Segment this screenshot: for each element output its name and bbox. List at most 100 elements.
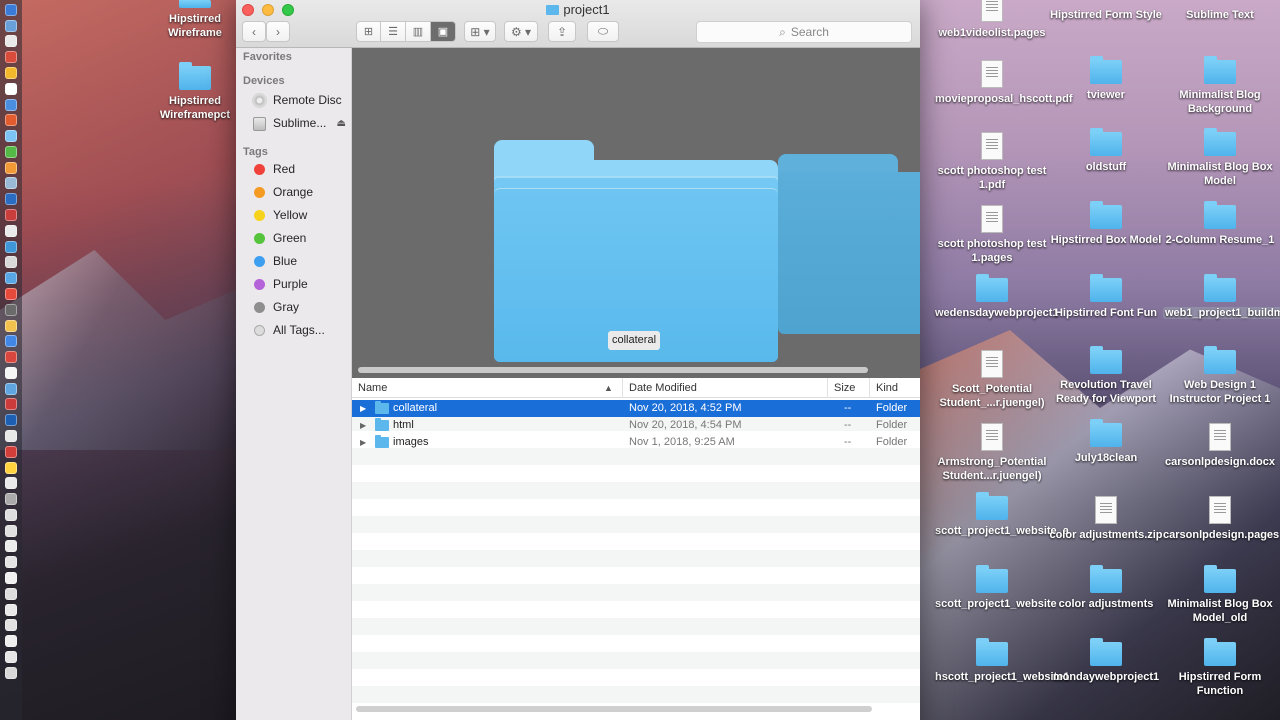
dock-app-icon[interactable] [5,366,17,379]
dock-app-icon[interactable] [5,82,17,95]
desktop-item[interactable]: oldstuff [1049,128,1163,174]
desktop-item[interactable]: web1_project1_buildme [1163,274,1280,320]
desktop-item[interactable]: color adjustments.zip [1049,496,1163,542]
desktop-item[interactable]: tviewer [1049,56,1163,102]
preview-folder-icon[interactable] [494,140,778,362]
dock-app-icon[interactable] [5,382,17,395]
dock-app-icon[interactable] [5,445,17,458]
dock-app-icon[interactable] [5,303,17,316]
dock-app-icon[interactable] [5,114,17,127]
desktop-item[interactable]: Scott_Potential Student_...r.juengel) [935,350,1049,410]
table-row[interactable]: ▶ html Nov 20, 2018, 4:54 PM -- Folder [352,417,920,434]
search-field[interactable]: ⌕ Search [696,21,912,43]
dock-app-icon[interactable] [5,493,17,506]
dock-app-icon[interactable] [5,161,17,174]
disclosure-triangle-icon[interactable]: ▶ [360,434,366,451]
dock-app-icon[interactable] [5,335,17,348]
dock-app-icon[interactable] [5,177,17,190]
list-view-button[interactable]: ☰ [381,21,406,42]
desktop-item[interactable]: Hipstirred Box Model [1049,201,1163,247]
dock-app-icon[interactable] [5,145,17,158]
dock-app-icon[interactable] [5,130,17,143]
cover-flow-preview[interactable]: collateral [352,48,920,378]
icon-view-button[interactable]: ⊞ [356,21,381,42]
dock-app-icon[interactable] [5,508,17,521]
dock-app-icon[interactable] [5,587,17,600]
dock-app-icon[interactable] [5,635,17,648]
desktop-item[interactable]: hscott_project1_website1 [935,638,1070,684]
desktop-item[interactable]: Hipstirred Form Style [1049,0,1163,22]
dock-app-icon[interactable] [5,398,17,411]
dock-app-icon[interactable] [5,619,17,632]
dock-app-icon[interactable] [5,650,17,663]
desktop-item[interactable]: Web Design 1 Instructor Project 1 [1163,346,1277,406]
dock-app-icon[interactable] [5,224,17,237]
dock-app-icon[interactable] [5,461,17,474]
sidebar-tag-item[interactable]: Yellow [236,204,352,227]
desktop-item[interactable]: Hipstirred Font Fun [1049,274,1163,320]
sidebar-tag-item[interactable]: Red [236,158,352,181]
desktop-item[interactable]: carsonlpdesign.pages [1163,496,1279,542]
cover-flow-view-button[interactable]: ▣ [431,21,456,42]
dock-app-icon[interactable] [5,193,17,206]
sidebar-tag-item[interactable]: Blue [236,250,352,273]
back-button[interactable]: ‹ [242,21,266,42]
eject-icon[interactable]: ⏏ [337,112,346,135]
dock[interactable] [0,0,22,720]
desktop-item[interactable]: mondaywebproject1 [1049,638,1163,684]
desktop-item[interactable]: scott_project1_website [935,565,1057,611]
desktop-item[interactable]: scott photoshop test 1.pages [935,205,1049,265]
tag-button[interactable]: ⬭ [587,21,619,42]
disclosure-triangle-icon[interactable]: ▶ [360,400,366,417]
dock-app-icon[interactable] [5,98,17,111]
cover-flow-scrollbar[interactable] [358,367,868,373]
disclosure-triangle-icon[interactable]: ▶ [360,417,366,434]
table-row[interactable]: ▶ collateral Nov 20, 2018, 4:52 PM -- Folder [352,400,920,417]
list-scrollbar[interactable] [356,706,872,712]
desktop-item[interactable]: movieproposal_hscott.pdf [935,60,1073,106]
table-row[interactable]: ▶ images Nov 1, 2018, 9:25 AM -- Folder [352,434,920,451]
dock-app-icon[interactable] [5,240,17,253]
desktop-item[interactable]: web1videolist.pages [935,0,1049,40]
dock-app-icon[interactable] [5,603,17,616]
share-button[interactable]: ⇪ [548,21,576,42]
desktop-item[interactable]: color adjustments [1049,565,1163,611]
column-header-name[interactable]: Name [352,378,622,398]
desktop-item[interactable]: Minimalist Blog Box Model_old [1163,565,1277,625]
sidebar-tag-item[interactable]: Orange [236,181,352,204]
action-button[interactable]: ⚙ ▾ [504,21,538,42]
dock-app-icon[interactable] [5,351,17,364]
dock-app-icon[interactable] [5,67,17,80]
dock-app-icon[interactable] [5,209,17,222]
dock-app-icon[interactable] [5,556,17,569]
sidebar-item-sublime[interactable]: Sublime... ⏏ [236,112,352,135]
preview-next-folder-icon[interactable] [778,154,920,334]
dock-app-icon[interactable] [5,319,17,332]
dock-app-icon[interactable] [5,272,17,285]
dock-app-icon[interactable] [5,35,17,48]
desktop-item[interactable]: scott_project1_website_a [935,492,1069,538]
dock-app-icon[interactable] [5,3,17,16]
arrange-button[interactable]: ⊞ ▾ [464,21,496,42]
sidebar-tag-item[interactable]: Green [236,227,352,250]
forward-button[interactable]: › [266,21,290,42]
desktop-item[interactable]: wedensdaywebproject1 [935,274,1059,320]
sidebar-item-remote-disc[interactable]: Remote Disc [236,89,352,112]
column-header-size[interactable]: Size [827,378,869,398]
dock-app-icon[interactable] [5,287,17,300]
desktop-item-hipstirred-wireframepct[interactable]: Hipstirred Wireframepct [138,62,252,122]
dock-app-icon[interactable] [5,540,17,553]
column-header-kind[interactable]: Kind [869,378,920,398]
desktop-item[interactable]: July18clean [1049,419,1163,465]
desktop-item[interactable]: Minimalist Blog Box Model [1163,128,1277,188]
sidebar-tag-item[interactable]: All Tags... [236,319,352,342]
dock-app-icon[interactable] [5,51,17,64]
column-view-button[interactable]: ▥ [406,21,431,42]
desktop-item[interactable]: Armstrong_Potential Student...r.juengel) [935,423,1049,483]
desktop-item[interactable]: carsonlpdesign.docx [1163,423,1277,469]
desktop-item[interactable]: Sublime Text [1163,0,1277,22]
dock-app-icon[interactable] [5,256,17,269]
column-header-date[interactable]: Date Modified [622,378,827,398]
sidebar-tag-item[interactable]: Gray [236,296,352,319]
dock-app-icon[interactable] [5,429,17,442]
